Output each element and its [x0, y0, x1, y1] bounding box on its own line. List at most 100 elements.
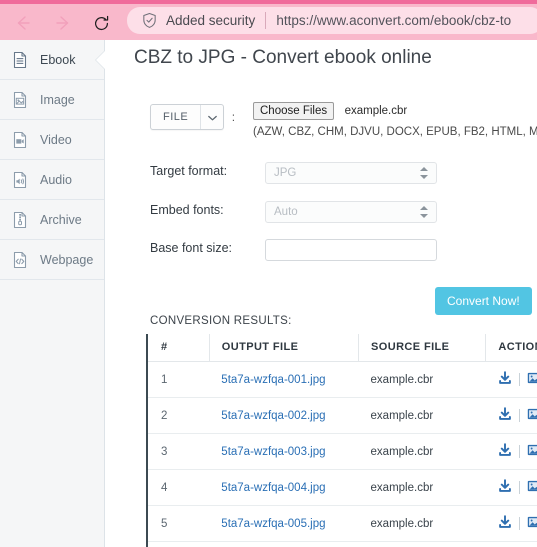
image-preview-icon[interactable]: [527, 515, 537, 532]
image-preview-icon[interactable]: [527, 371, 537, 388]
file-row-colon: :: [231, 110, 236, 124]
table-row: 1 5ta7a-wzfqa-001.jpg example.cbr: [148, 361, 537, 398]
document-zip-icon: [10, 210, 30, 230]
output-file-link[interactable]: 5ta7a-wzfqa-001.jpg: [221, 374, 325, 386]
action-divider: [518, 481, 520, 494]
row-source-file: example.cbr: [358, 397, 486, 434]
row-index: 2: [148, 397, 210, 434]
row-index: 5: [148, 505, 210, 542]
sidebar-item-ebook[interactable]: Ebook: [0, 40, 105, 80]
image-preview-icon[interactable]: [527, 443, 537, 460]
row-index: 3: [148, 433, 210, 470]
output-file-link[interactable]: 5ta7a-wzfqa-005.jpg: [221, 518, 325, 530]
document-audio-icon: [10, 170, 30, 190]
address-bar[interactable]: Added security https://www.aconvert.com/…: [127, 7, 537, 34]
chrome-top-stripe: [0, 0, 537, 4]
row-index: 1: [148, 361, 210, 398]
output-file-link[interactable]: 5ta7a-wzfqa-002.jpg: [221, 410, 325, 422]
row-index: 4: [148, 469, 210, 506]
action-divider: [518, 445, 520, 458]
forward-button[interactable]: [52, 12, 74, 34]
row-output-file[interactable]: 5ta7a-wzfqa-006.jpg: [209, 541, 359, 547]
sidebar-item-image[interactable]: Image: [0, 80, 104, 120]
sidebar-item-label: Video: [40, 132, 72, 147]
reload-icon: [92, 14, 111, 33]
document-image-icon: [10, 90, 30, 110]
category-sidebar: Ebook Image Video Audio Archive Webpage: [0, 40, 105, 547]
file-chooser-block: Choose Files example.cbr (AZW, CBZ, CHM,…: [253, 102, 537, 138]
column-header-action: ACTION: [485, 334, 537, 362]
main-content: CBZ to JPG - Convert ebook online FILE :…: [105, 40, 537, 547]
back-button[interactable]: [12, 12, 34, 34]
download-icon[interactable]: [498, 479, 512, 496]
row-actions: [485, 433, 537, 470]
convert-now-button[interactable]: Convert Now!: [435, 287, 532, 315]
column-header-source: SOURCE FILE: [358, 334, 486, 362]
column-header-output: OUTPUT FILE: [208, 334, 359, 362]
sidebar-item-label: Ebook: [40, 52, 76, 67]
embed-fonts-control[interactable]: Auto: [265, 201, 437, 223]
table-row: 3 5ta7a-wzfqa-003.jpg example.cbr: [148, 433, 537, 470]
row-source-file: example.cbr: [358, 433, 486, 470]
file-source-dropdown-button[interactable]: [200, 105, 223, 129]
row-output-file[interactable]: 5ta7a-wzfqa-002.jpg: [209, 397, 359, 434]
download-icon[interactable]: [498, 443, 512, 460]
base-font-size-input[interactable]: [265, 239, 437, 261]
action-divider: [518, 373, 520, 386]
row-actions: [485, 541, 537, 547]
table-row: 65ta7a-wzfqa-006.jpgexample.cbr: [148, 541, 537, 547]
sidebar-item-video[interactable]: Video: [0, 120, 104, 160]
chosen-file-name: example.cbr: [344, 105, 408, 117]
row-output-file[interactable]: 5ta7a-wzfqa-004.jpg: [209, 469, 359, 506]
file-source-button[interactable]: FILE: [151, 105, 200, 129]
table-row: 5 5ta7a-wzfqa-005.jpg example.cbr: [148, 505, 537, 542]
document-code-icon: [10, 250, 30, 270]
base-font-size-label: Base font size:: [150, 241, 232, 255]
row-source-file: example.cbr: [358, 361, 486, 398]
choose-files-button[interactable]: Choose Files: [253, 102, 335, 120]
url-text: https://www.aconvert.com/ebook/cbz-to: [276, 13, 512, 28]
embed-fonts-select[interactable]: Auto: [265, 201, 437, 223]
chevron-down-icon: [207, 108, 217, 126]
file-source-split-button[interactable]: FILE: [150, 104, 225, 130]
action-divider: [518, 517, 520, 530]
target-format-select[interactable]: JPG: [265, 162, 437, 184]
row-source-file: example.cbr: [358, 469, 486, 506]
sidebar-item-label: Archive: [40, 212, 82, 227]
download-icon[interactable]: [498, 371, 512, 388]
security-label: Added security: [166, 13, 256, 28]
sidebar-item-archive[interactable]: Archive: [0, 200, 104, 240]
image-preview-icon[interactable]: [527, 407, 537, 424]
document-lines-icon: [10, 50, 30, 70]
output-file-link[interactable]: 5ta7a-wzfqa-004.jpg: [221, 482, 325, 494]
page-title: CBZ to JPG - Convert ebook online: [134, 47, 432, 68]
image-preview-icon[interactable]: [527, 479, 537, 496]
sidebar-item-webpage[interactable]: Webpage: [0, 240, 104, 280]
row-actions: [485, 505, 537, 542]
back-arrow-icon: [13, 13, 33, 33]
row-output-file[interactable]: 5ta7a-wzfqa-003.jpg: [209, 433, 359, 470]
row-source-file: example.cbr: [358, 505, 486, 542]
table-row: 2 5ta7a-wzfqa-002.jpg example.cbr: [148, 397, 537, 434]
forward-arrow-icon: [53, 13, 73, 33]
target-format-control[interactable]: JPG: [265, 162, 437, 184]
output-file-link[interactable]: 5ta7a-wzfqa-003.jpg: [221, 446, 325, 458]
table-row: 4 5ta7a-wzfqa-004.jpg example.cbr: [148, 469, 537, 506]
table-body: 1 5ta7a-wzfqa-001.jpg example.cbr 2 5ta7a-wz…: [148, 361, 537, 547]
column-header-index: #: [148, 334, 210, 362]
row-index: 6: [148, 541, 210, 547]
accepted-formats-hint: (AZW, CBZ, CHM, DJVU, DOCX, EPUB, FB2, H…: [253, 126, 537, 139]
sidebar-item-audio[interactable]: Audio: [0, 160, 104, 200]
row-output-file[interactable]: 5ta7a-wzfqa-001.jpg: [209, 361, 359, 398]
download-icon[interactable]: [498, 515, 512, 532]
sidebar-item-label: Image: [40, 92, 75, 107]
download-icon[interactable]: [498, 407, 512, 424]
row-output-file[interactable]: 5ta7a-wzfqa-005.jpg: [209, 505, 359, 542]
sidebar-item-label: Audio: [40, 172, 72, 187]
action-divider: [518, 409, 520, 422]
embed-fonts-row: Embed fonts: Auto: [150, 201, 437, 223]
reload-button[interactable]: [90, 12, 112, 34]
row-actions: [485, 397, 537, 434]
base-font-size-control[interactable]: [265, 239, 437, 261]
row-actions: [485, 361, 537, 398]
